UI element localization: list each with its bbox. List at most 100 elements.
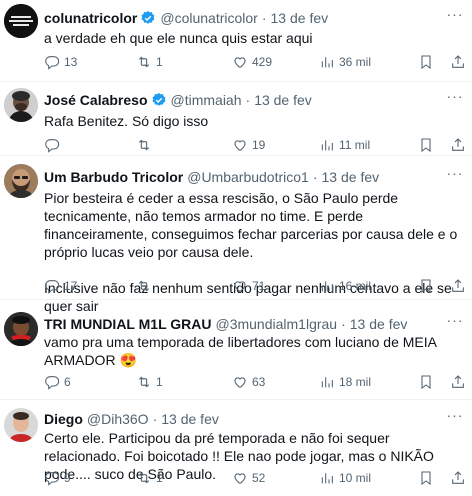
tweet-date[interactable]: 13 de fev bbox=[254, 92, 312, 108]
heart-icon bbox=[234, 281, 246, 292]
avatar[interactable] bbox=[4, 312, 38, 346]
more-options-icon[interactable]: ··· bbox=[446, 166, 464, 185]
tweet-text: a verdade eh que ele nunca quis estar aq… bbox=[44, 29, 464, 47]
retweet-count: 1 bbox=[156, 471, 163, 485]
like-button[interactable]: 63 bbox=[232, 373, 265, 391]
separator-dot: · bbox=[312, 169, 318, 185]
retweet-button[interactable]: 1 bbox=[136, 469, 163, 487]
retweet-button[interactable] bbox=[136, 277, 156, 295]
retweet-icon bbox=[138, 376, 150, 388]
tweet-paragraph: a verdade eh que ele nunca quis estar aq… bbox=[44, 30, 313, 46]
views-button[interactable]: 36 mil bbox=[319, 53, 371, 71]
heart-icon bbox=[234, 377, 246, 388]
author-name[interactable]: TRI MUNDIAL M1L GRAU bbox=[44, 316, 211, 332]
reply-icon bbox=[45, 139, 60, 153]
like-button[interactable]: 71 bbox=[232, 277, 265, 295]
tweet-date[interactable]: 13 de fev bbox=[350, 316, 408, 332]
reply-button[interactable] bbox=[44, 136, 64, 154]
author-name[interactable]: colunatricolor bbox=[44, 10, 137, 26]
share-button[interactable] bbox=[450, 469, 466, 487]
more-options-icon[interactable]: ··· bbox=[446, 7, 464, 26]
author-handle[interactable]: @colunatricolor bbox=[160, 10, 257, 26]
reply-icon bbox=[45, 56, 60, 70]
more-options-icon[interactable]: ··· bbox=[446, 89, 464, 108]
view-count: 16 mil bbox=[339, 279, 372, 293]
views-button[interactable]: 16 mil bbox=[319, 277, 371, 295]
share-icon bbox=[452, 55, 464, 68]
author-handle[interactable]: @3mundialm1lgrau bbox=[215, 316, 337, 332]
share-button[interactable] bbox=[450, 277, 466, 295]
like-count: 52 bbox=[252, 471, 266, 485]
like-button[interactable]: 19 bbox=[232, 136, 265, 154]
retweet-icon bbox=[138, 280, 150, 292]
retweet-button[interactable]: 1 bbox=[136, 53, 163, 71]
view-count: 18 mil bbox=[339, 375, 372, 389]
like-count: 19 bbox=[252, 138, 266, 152]
author-name[interactable]: José Calabreso bbox=[44, 92, 148, 108]
like-count: 63 bbox=[252, 375, 266, 389]
share-button[interactable] bbox=[450, 136, 466, 154]
like-button[interactable]: 429 bbox=[232, 53, 272, 71]
share-button[interactable] bbox=[450, 53, 466, 71]
share-icon bbox=[452, 138, 464, 151]
avatar[interactable] bbox=[4, 164, 38, 198]
tweet-date[interactable]: 13 de fev bbox=[161, 411, 219, 427]
tweet-date[interactable]: 13 de fev bbox=[322, 169, 380, 185]
like-button[interactable]: 52 bbox=[232, 469, 265, 487]
tweet-text: vamo pra uma temporada de libertadores c… bbox=[44, 333, 460, 369]
views-chart-icon bbox=[321, 473, 333, 484]
tweet-header: José Calabreso @timmaiah · 13 de fev bbox=[44, 91, 312, 109]
person-avatar-image bbox=[4, 88, 38, 122]
tweet-text: Rafa Benitez. Só digo isso bbox=[44, 112, 464, 130]
heart-icon bbox=[234, 57, 246, 68]
like-count: 429 bbox=[252, 55, 273, 69]
retweet-count: 1 bbox=[156, 375, 163, 389]
avatar[interactable] bbox=[4, 4, 38, 38]
bookmark-button[interactable] bbox=[418, 136, 434, 154]
heart-icon bbox=[234, 473, 246, 484]
verified-badge-icon bbox=[151, 93, 165, 106]
author-name[interactable]: Diego bbox=[44, 411, 83, 427]
retweet-icon bbox=[138, 56, 150, 68]
bookmark-button[interactable] bbox=[418, 53, 434, 71]
bookmark-icon bbox=[421, 375, 431, 390]
retweet-button[interactable]: 1 bbox=[136, 373, 163, 391]
tweet-paragraph: Rafa Benitez. Só digo isso bbox=[44, 113, 209, 129]
avatar[interactable] bbox=[4, 88, 38, 122]
author-handle[interactable]: @Umbarbudotrico1 bbox=[187, 169, 309, 185]
tweet-4[interactable]: TRI MUNDIAL M1L GRAU @3mundialm1lgrau · … bbox=[0, 300, 472, 400]
more-options-icon[interactable]: ··· bbox=[446, 408, 464, 427]
tweet-1[interactable]: colunatricolor @colunatricolor · 13 de f… bbox=[0, 0, 472, 82]
tweet-header: colunatricolor @colunatricolor · 13 de f… bbox=[44, 9, 328, 27]
bookmark-icon bbox=[421, 55, 431, 70]
bookmark-button[interactable] bbox=[418, 277, 434, 295]
tweet-2[interactable]: José Calabreso @timmaiah · 13 de fev ···… bbox=[0, 82, 472, 156]
views-chart-icon bbox=[321, 57, 333, 68]
views-button[interactable]: 18 mil bbox=[319, 373, 371, 391]
reply-button[interactable]: 9 bbox=[44, 469, 71, 487]
retweet-button[interactable] bbox=[136, 136, 156, 154]
reply-icon bbox=[45, 472, 60, 486]
reply-button[interactable]: 6 bbox=[44, 373, 71, 391]
bookmark-button[interactable] bbox=[418, 469, 434, 487]
views-button[interactable]: 11 mil bbox=[319, 136, 370, 154]
avatar[interactable] bbox=[4, 408, 38, 442]
author-name[interactable]: Um Barbudo Tricolor bbox=[44, 169, 183, 185]
author-handle[interactable]: @Dih36O bbox=[87, 411, 149, 427]
bookmark-icon bbox=[421, 279, 431, 294]
more-options-icon[interactable]: ··· bbox=[446, 313, 464, 332]
reply-button[interactable]: 17 bbox=[44, 277, 77, 295]
tweet-5[interactable]: Diego @Dih36O · 13 de fev ··· Certo ele.… bbox=[0, 400, 472, 496]
reply-button[interactable]: 13 bbox=[44, 53, 77, 71]
view-count: 10 mil bbox=[339, 471, 372, 485]
author-handle[interactable]: @timmaiah bbox=[171, 92, 242, 108]
tweet-3[interactable]: Um Barbudo Tricolor @Umbarbudotrico1 · 1… bbox=[0, 156, 472, 314]
views-chart-icon bbox=[321, 140, 333, 151]
tweet-date[interactable]: 13 de fev bbox=[271, 10, 329, 26]
retweet-icon bbox=[138, 472, 150, 484]
share-button[interactable] bbox=[450, 373, 466, 391]
view-count: 36 mil bbox=[339, 55, 372, 69]
views-button[interactable]: 10 mil bbox=[319, 469, 371, 487]
bookmark-button[interactable] bbox=[418, 373, 434, 391]
bookmark-icon bbox=[421, 471, 431, 486]
